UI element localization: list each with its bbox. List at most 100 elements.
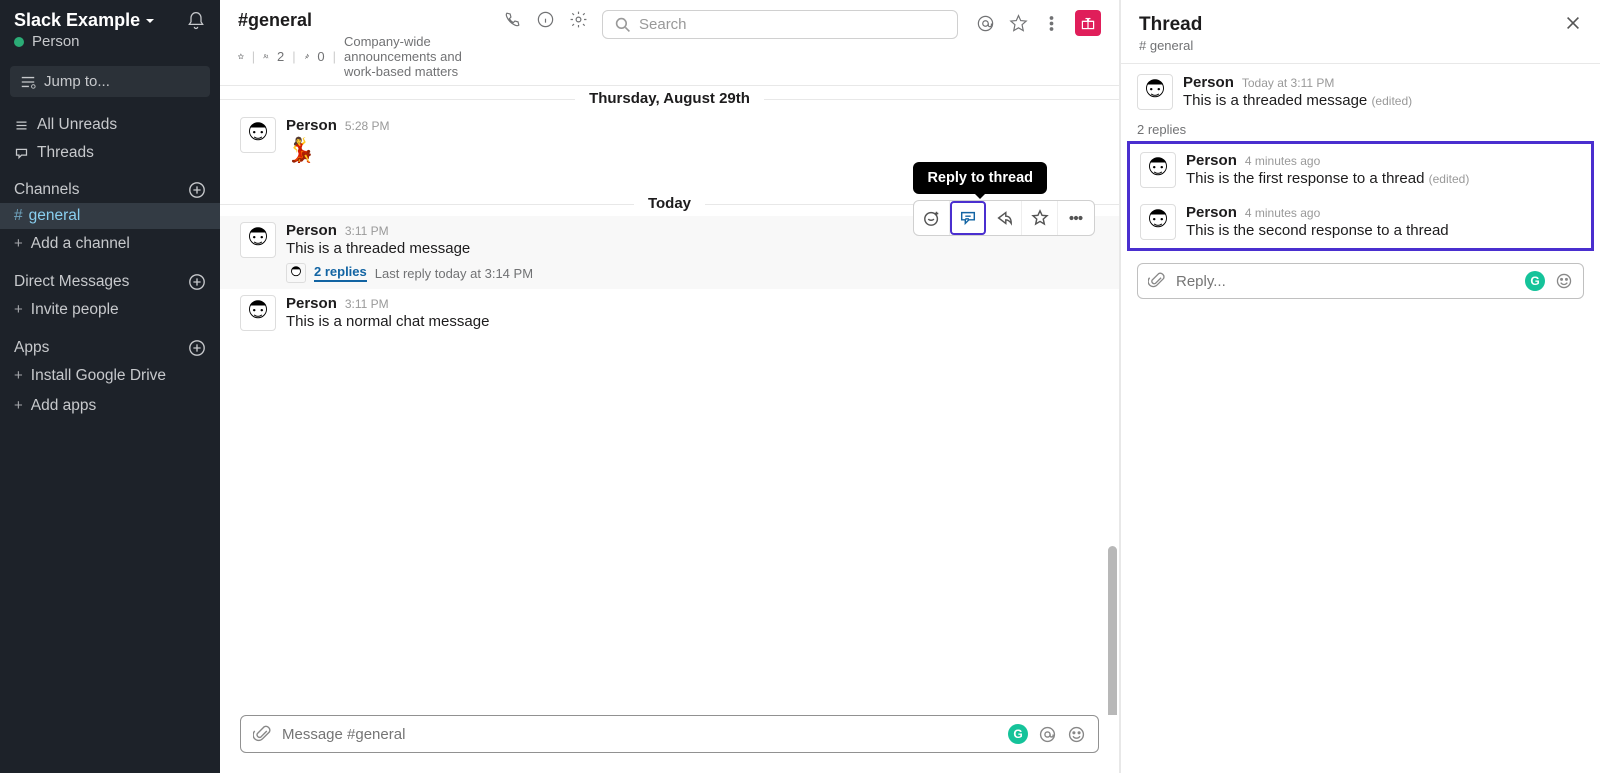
compose-input[interactable] bbox=[282, 726, 998, 743]
more-vert-icon[interactable] bbox=[1042, 14, 1061, 33]
info-icon[interactable] bbox=[536, 10, 555, 29]
message-author[interactable]: Person bbox=[286, 295, 337, 312]
search-input[interactable]: Search bbox=[602, 10, 958, 39]
gear-icon[interactable] bbox=[569, 10, 588, 29]
thread-reply-input[interactable] bbox=[1176, 273, 1515, 290]
thread-title: Thread bbox=[1139, 14, 1202, 36]
avatar[interactable] bbox=[1140, 204, 1176, 240]
channel-topic: Company-wide announcements and work-base… bbox=[344, 34, 489, 79]
add-reaction-button[interactable] bbox=[914, 201, 950, 235]
presence-row[interactable]: Person bbox=[0, 33, 220, 60]
reply-author[interactable]: Person bbox=[1186, 204, 1237, 221]
avatar[interactable] bbox=[1140, 152, 1176, 188]
close-icon bbox=[1564, 14, 1582, 32]
emoji-icon[interactable] bbox=[1555, 272, 1573, 290]
at-icon[interactable] bbox=[1038, 725, 1057, 744]
edited-label: (edited) bbox=[1429, 172, 1470, 186]
star-icon[interactable] bbox=[1009, 14, 1028, 33]
reply-thread-button[interactable] bbox=[950, 201, 986, 235]
thread-reply[interactable]: Person 4 minutes ago This is the second … bbox=[1130, 196, 1591, 248]
gift-icon bbox=[1080, 15, 1096, 31]
thread-composer[interactable]: G bbox=[1137, 263, 1584, 299]
share-button[interactable] bbox=[986, 201, 1022, 235]
scrollbar[interactable] bbox=[1108, 546, 1117, 715]
apps-heading: Apps bbox=[14, 339, 49, 357]
sidebar: Slack Example Person Jump to... All Unre… bbox=[0, 0, 220, 773]
dancer-emoji: 💃 bbox=[286, 136, 1099, 165]
star-outline-icon[interactable] bbox=[238, 50, 244, 63]
message-time: 3:11 PM bbox=[345, 297, 389, 311]
bell-icon[interactable] bbox=[186, 11, 206, 31]
message-actions bbox=[913, 200, 1095, 236]
add-channel-icon[interactable] bbox=[188, 181, 206, 199]
mini-avatar bbox=[286, 263, 306, 283]
attach-icon[interactable] bbox=[253, 725, 272, 744]
pin-icon[interactable] bbox=[304, 50, 310, 63]
jump-to-input[interactable]: Jump to... bbox=[10, 66, 210, 97]
jump-placeholder: Jump to... bbox=[44, 73, 110, 90]
thread-pane: Thread # general Person Today at 3:11 PM… bbox=[1120, 0, 1600, 773]
thread-root-message[interactable]: Person Today at 3:11 PM This is a thread… bbox=[1121, 64, 1600, 120]
message-list: Thursday, August 29th Person 5:28 PM 💃 T… bbox=[220, 86, 1119, 715]
thread-author[interactable]: Person bbox=[1183, 74, 1234, 91]
pin-count: 0 bbox=[317, 49, 324, 64]
message-author[interactable]: Person bbox=[286, 117, 337, 134]
gift-button[interactable] bbox=[1075, 10, 1101, 36]
more-actions-button[interactable] bbox=[1058, 201, 1094, 235]
close-thread-button[interactable] bbox=[1564, 14, 1582, 37]
add-app-icon[interactable] bbox=[188, 339, 206, 357]
all-unreads[interactable]: All Unreads bbox=[0, 111, 220, 139]
add-dm-icon[interactable] bbox=[188, 273, 206, 291]
workspace-switcher[interactable]: Slack Example bbox=[14, 10, 156, 31]
message-row[interactable]: Reply to thread Person 3:11 PM This is a… bbox=[220, 216, 1119, 289]
plus-icon: + bbox=[14, 367, 23, 385]
replies-link[interactable]: 2 replies bbox=[314, 264, 367, 282]
attach-icon[interactable] bbox=[1148, 272, 1166, 290]
presence-dot-icon bbox=[14, 37, 24, 47]
reply-text: This is the second response to a thread bbox=[1186, 222, 1581, 239]
emoji-icon[interactable] bbox=[1067, 725, 1086, 744]
reply-author[interactable]: Person bbox=[1186, 152, 1237, 169]
message-text: This is a threaded message bbox=[286, 240, 1099, 257]
avatar[interactable] bbox=[1137, 74, 1173, 110]
workspace-name: Slack Example bbox=[14, 10, 140, 31]
add-channel-button[interactable]: + Add a channel bbox=[0, 229, 220, 259]
plus-icon: + bbox=[14, 301, 23, 319]
thread-time: Today at 3:11 PM bbox=[1242, 76, 1335, 90]
avatar[interactable] bbox=[240, 117, 276, 153]
hash-icon: # bbox=[14, 207, 23, 225]
jump-icon bbox=[20, 74, 36, 90]
channels-heading: Channels bbox=[14, 181, 80, 199]
add-apps[interactable]: + Add apps bbox=[0, 391, 220, 421]
grammarly-icon[interactable]: G bbox=[1525, 271, 1545, 291]
star-message-button[interactable] bbox=[1022, 201, 1058, 235]
dm-heading: Direct Messages bbox=[14, 273, 129, 291]
message-row[interactable]: Person 3:11 PM This is a normal chat mes… bbox=[220, 289, 1119, 337]
grammarly-icon[interactable]: G bbox=[1008, 724, 1028, 744]
phone-icon[interactable] bbox=[503, 10, 522, 29]
install-google-drive[interactable]: + Install Google Drive bbox=[0, 361, 220, 391]
message-time: 3:11 PM bbox=[345, 224, 389, 238]
reply-time: 4 minutes ago bbox=[1245, 154, 1320, 168]
plus-icon: + bbox=[14, 235, 23, 253]
thread-subtitle: # general bbox=[1139, 38, 1202, 53]
avatar[interactable] bbox=[240, 295, 276, 331]
chevron-down-icon bbox=[144, 15, 156, 27]
thread-text: This is a threaded message bbox=[1183, 92, 1367, 109]
invite-people[interactable]: + Invite people bbox=[0, 295, 220, 325]
plus-icon: + bbox=[14, 397, 23, 415]
channel-general[interactable]: # general bbox=[0, 203, 220, 229]
edited-label: (edited) bbox=[1371, 94, 1412, 108]
message-composer[interactable]: G bbox=[240, 715, 1099, 753]
last-reply: Last reply today at 3:14 PM bbox=[375, 266, 533, 281]
main-pane: #general | 2 | 0 | Company-wide announce… bbox=[220, 0, 1120, 773]
avatar[interactable] bbox=[240, 222, 276, 258]
message-author[interactable]: Person bbox=[286, 222, 337, 239]
search-icon bbox=[615, 17, 631, 33]
mentions-icon[interactable] bbox=[976, 14, 995, 33]
member-count: 2 bbox=[277, 49, 284, 64]
members-icon[interactable] bbox=[263, 50, 269, 63]
tooltip: Reply to thread bbox=[913, 162, 1047, 194]
threads-nav[interactable]: Threads bbox=[0, 139, 220, 167]
thread-reply[interactable]: Person 4 minutes ago This is the first r… bbox=[1130, 144, 1591, 196]
